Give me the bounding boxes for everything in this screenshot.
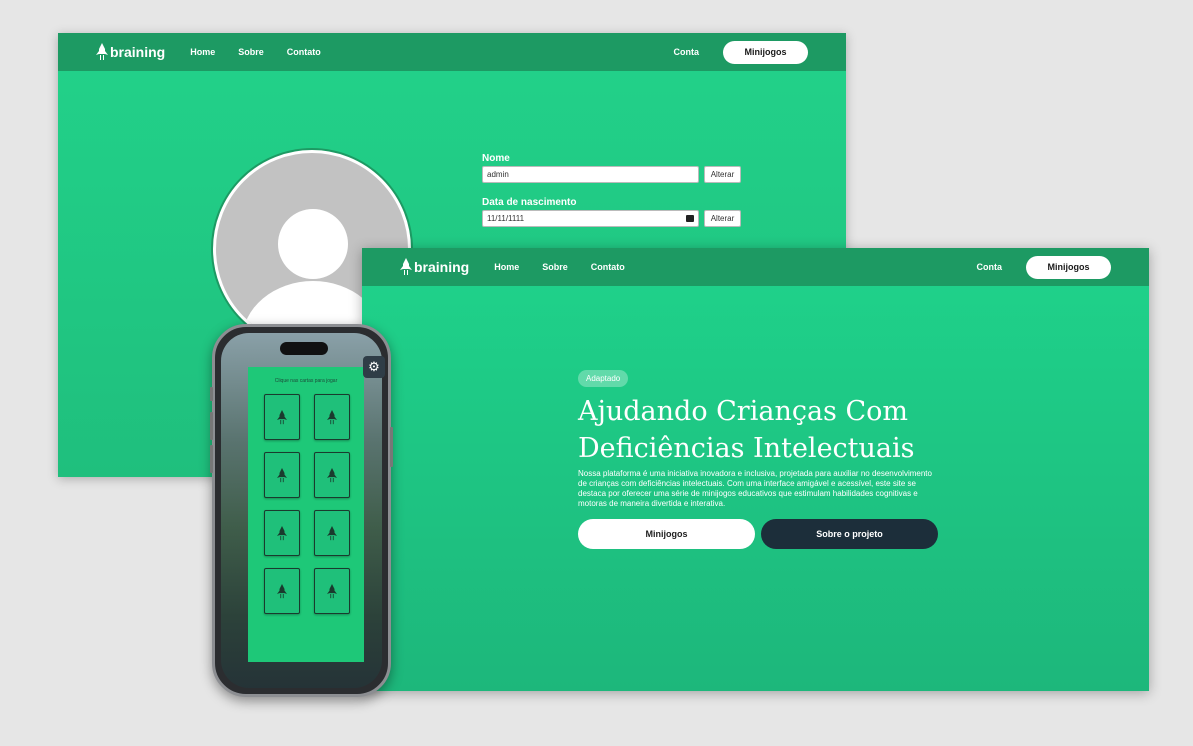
profile-form: Nome admin Alterar Data de nascimento 11… [482, 153, 741, 241]
nav-about[interactable]: Sobre [542, 262, 568, 272]
memory-game-panel: Clique nas cartas para jogar [248, 367, 364, 662]
about-project-button[interactable]: Sobre o projeto [761, 519, 938, 549]
navbar: braining Home Sobre Contato Conta Minijo… [362, 248, 1149, 286]
birthdate-label: Data de nascimento [482, 197, 577, 208]
game-card[interactable] [314, 394, 350, 440]
birthdate-input[interactable]: 11/11/1111 [482, 210, 699, 227]
phone-mockup: Clique nas cartas para jogar [210, 324, 393, 697]
brand-name: braining [414, 259, 470, 275]
name-label: Nome [482, 153, 510, 164]
rocket-icon [277, 467, 287, 482]
navbar: braining Home Sobre Contato Conta Minijo… [58, 33, 846, 71]
rocket-icon [327, 409, 337, 424]
game-card[interactable] [264, 510, 300, 556]
change-name-button[interactable]: Alterar [704, 166, 741, 183]
minigames-nav-button[interactable]: Minijogos [1026, 255, 1111, 279]
brand-name: braining [110, 44, 166, 60]
rocket-icon [277, 409, 287, 424]
rocket-icon [96, 43, 108, 60]
gear-icon[interactable]: ⚙ [363, 356, 385, 378]
rocket-icon [327, 583, 337, 598]
name-input[interactable]: admin [482, 166, 699, 183]
game-card[interactable] [264, 452, 300, 498]
home-window: braining Home Sobre Contato Conta Minijo… [362, 248, 1149, 691]
nav-home[interactable]: Home [494, 262, 519, 272]
hero-title: Ajudando Crianças Com Deficiências Intel… [578, 396, 915, 464]
nav-account[interactable]: Conta [674, 47, 700, 57]
game-card[interactable] [314, 452, 350, 498]
minigames-nav-button[interactable]: Minijogos [723, 40, 808, 64]
game-card[interactable] [314, 510, 350, 556]
game-card[interactable] [314, 568, 350, 614]
adapted-badge: Adaptado [578, 370, 629, 387]
game-instruction: Clique nas cartas para jogar [274, 378, 338, 384]
rocket-icon [277, 525, 287, 540]
brand-logo[interactable]: braining [400, 258, 469, 276]
change-birthdate-button[interactable]: Alterar [704, 210, 741, 227]
game-card[interactable] [264, 394, 300, 440]
rocket-icon [400, 258, 412, 275]
name-value: admin [487, 170, 509, 179]
card-grid [264, 394, 364, 614]
calendar-icon[interactable] [686, 215, 694, 222]
nav-contact[interactable]: Contato [591, 262, 625, 272]
hero-description: Nossa plataforma é uma iniciativa inovad… [578, 469, 932, 508]
birthdate-value: 11/11/1111 [487, 214, 525, 223]
game-card[interactable] [264, 568, 300, 614]
rocket-icon [327, 525, 337, 540]
nav-contact[interactable]: Contato [287, 47, 321, 57]
rocket-icon [277, 583, 287, 598]
nav-account[interactable]: Conta [977, 262, 1003, 272]
nav-home[interactable]: Home [190, 47, 215, 57]
rocket-icon [327, 467, 337, 482]
hero-section: Adaptado Ajudando Crianças Com Deficiênc… [578, 368, 938, 549]
phone-screen: Clique nas cartas para jogar [221, 333, 382, 688]
brand-logo[interactable]: braining [96, 43, 165, 61]
dynamic-island [280, 342, 328, 355]
nav-about[interactable]: Sobre [238, 47, 264, 57]
minigames-button[interactable]: Minijogos [578, 519, 755, 549]
